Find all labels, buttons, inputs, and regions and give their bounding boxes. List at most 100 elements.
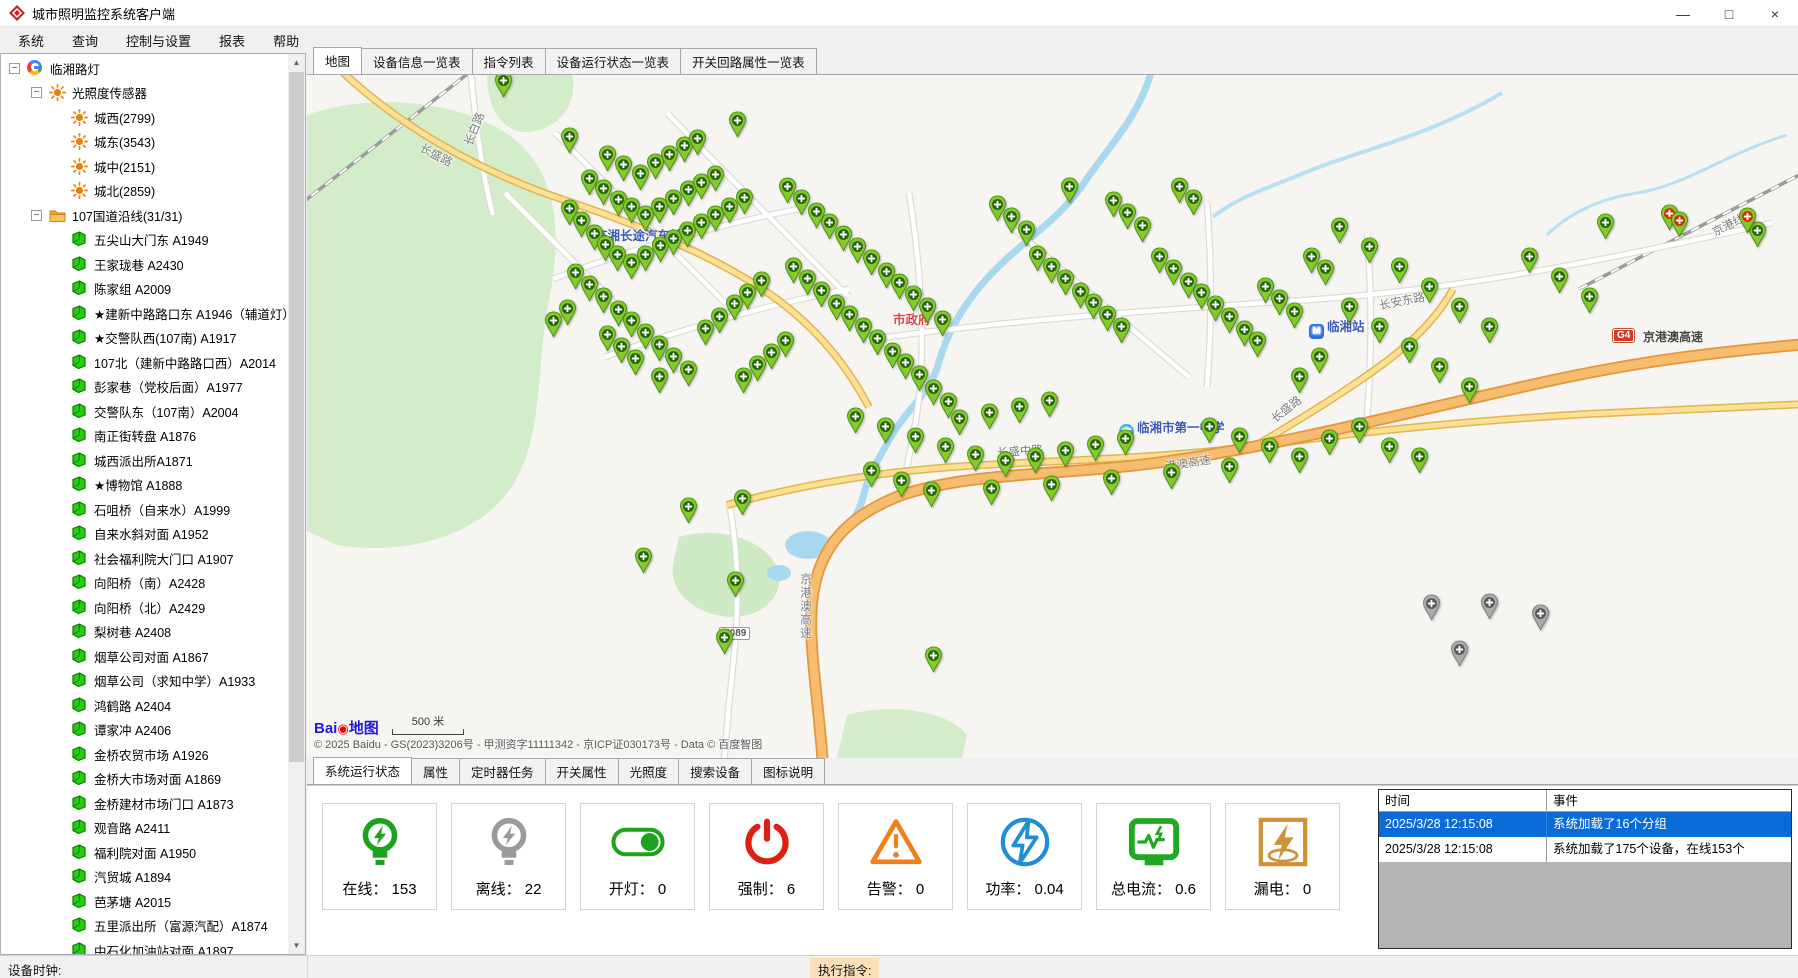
scroll-up-arrow-icon[interactable]: ▲ bbox=[288, 54, 305, 71]
device-marker-online[interactable] bbox=[950, 409, 969, 436]
menu-item-控制与设置[interactable]: 控制与设置 bbox=[112, 27, 205, 54]
device-marker-online[interactable] bbox=[1596, 213, 1615, 240]
device-marker-offline[interactable] bbox=[1422, 594, 1441, 621]
tree-root[interactable]: −临湘路灯 bbox=[1, 56, 289, 81]
device-marker-online[interactable] bbox=[1550, 267, 1569, 294]
device-marker-online[interactable] bbox=[1260, 437, 1279, 464]
tab-开关回路属性一览表[interactable]: 开关回路属性一览表 bbox=[680, 48, 817, 74]
device-marker-online[interactable] bbox=[1290, 367, 1309, 394]
device-marker-online[interactable] bbox=[1380, 437, 1399, 464]
device-marker-online[interactable] bbox=[936, 437, 955, 464]
scroll-thumb[interactable] bbox=[289, 72, 304, 762]
menu-item-帮助[interactable]: 帮助 bbox=[259, 27, 313, 54]
device-marker-online[interactable] bbox=[1370, 317, 1389, 344]
device-marker-online[interactable] bbox=[1310, 347, 1329, 374]
tree-item[interactable]: 城中(2151) bbox=[1, 154, 289, 179]
status-card-开灯[interactable]: 开灯： 0 bbox=[580, 803, 695, 910]
tree-item[interactable]: 福利院对面 A1950 bbox=[1, 840, 289, 865]
device-marker-online[interactable] bbox=[634, 547, 653, 574]
device-marker-online[interactable] bbox=[1102, 469, 1121, 496]
device-marker-online[interactable] bbox=[1410, 447, 1429, 474]
tree-item[interactable]: 城东(3543) bbox=[1, 130, 289, 155]
device-marker-online[interactable] bbox=[1060, 177, 1079, 204]
device-marker-online[interactable] bbox=[1112, 317, 1131, 344]
tree-expander-icon[interactable]: − bbox=[9, 63, 20, 74]
device-marker-online[interactable] bbox=[1430, 357, 1449, 384]
device-marker-online[interactable] bbox=[1360, 237, 1379, 264]
scroll-down-arrow-icon[interactable]: ▼ bbox=[288, 937, 305, 954]
device-marker-online[interactable] bbox=[752, 271, 771, 298]
status-card-在线[interactable]: 在线： 153 bbox=[322, 803, 437, 910]
event-row[interactable]: 2025/3/28 12:15:08系统加载了16个分组 bbox=[1379, 812, 1791, 837]
device-marker-online[interactable] bbox=[650, 367, 669, 394]
map-view[interactable]: 长白路长盛路临湘长途汽车站市政府M临湘站长安东路文临湘市第一中学长盛路长盛中路港… bbox=[307, 75, 1798, 758]
tab-定时器任务[interactable]: 定时器任务 bbox=[459, 758, 546, 784]
tree-item[interactable]: 交警队东（107南）A2004 bbox=[1, 399, 289, 424]
device-marker-online[interactable] bbox=[1133, 216, 1152, 243]
tree-item[interactable]: 汽贸城 A1894 bbox=[1, 865, 289, 890]
tree-item[interactable]: 南正街转盘 A1876 bbox=[1, 424, 289, 449]
maximize-button[interactable]: □ bbox=[1706, 0, 1752, 27]
device-marker-online[interactable] bbox=[1017, 220, 1036, 247]
device-marker-online[interactable] bbox=[862, 461, 881, 488]
device-marker-online[interactable] bbox=[1460, 377, 1479, 404]
tree-item[interactable]: ★建新中路路口东 A1946（辅道灯） bbox=[1, 301, 289, 326]
tab-指令列表[interactable]: 指令列表 bbox=[472, 48, 546, 74]
event-table[interactable]: 时间事件2025/3/28 12:15:08系统加载了16个分组2025/3/2… bbox=[1378, 789, 1792, 949]
device-marker-online[interactable] bbox=[1320, 429, 1339, 456]
tree-item[interactable]: ★博物馆 A1888 bbox=[1, 473, 289, 498]
tree-item[interactable]: 五里派出所（富源汽配）A1874 bbox=[1, 914, 289, 939]
device-marker-online[interactable] bbox=[892, 471, 911, 498]
device-marker-online[interactable] bbox=[1285, 302, 1304, 329]
minimize-button[interactable]: — bbox=[1660, 0, 1706, 27]
device-marker-online[interactable] bbox=[1026, 447, 1045, 474]
device-marker-offline[interactable] bbox=[1450, 640, 1469, 667]
status-card-功率[interactable]: 功率： 0.04 bbox=[967, 803, 1082, 910]
device-marker-online[interactable] bbox=[933, 310, 952, 337]
device-marker-online[interactable] bbox=[980, 403, 999, 430]
tab-设备运行状态一览表[interactable]: 设备运行状态一览表 bbox=[545, 48, 682, 74]
device-marker-online[interactable] bbox=[1116, 429, 1135, 456]
device-marker-online[interactable] bbox=[735, 188, 754, 215]
device-marker-online[interactable] bbox=[1420, 277, 1439, 304]
device-marker-online[interactable] bbox=[1042, 475, 1061, 502]
tree-item[interactable]: 城北(2859) bbox=[1, 179, 289, 204]
tree-item[interactable]: 金桥农贸市场 A1926 bbox=[1, 742, 289, 767]
tree-item[interactable]: 金桥大市场对面 A1869 bbox=[1, 767, 289, 792]
device-marker-online[interactable] bbox=[1400, 337, 1419, 364]
tree-item[interactable]: 烟草公司对面 A1867 bbox=[1, 644, 289, 669]
device-marker-online[interactable] bbox=[1520, 247, 1539, 274]
device-marker-online[interactable] bbox=[734, 367, 753, 394]
device-marker-online[interactable] bbox=[1230, 427, 1249, 454]
tab-设备信息一览表[interactable]: 设备信息一览表 bbox=[361, 48, 473, 74]
tree-item[interactable]: 城西派出所A1871 bbox=[1, 448, 289, 473]
device-marker-online[interactable] bbox=[560, 127, 579, 154]
device-marker-online[interactable] bbox=[1086, 435, 1105, 462]
device-marker-online[interactable] bbox=[1248, 331, 1267, 358]
device-marker-online[interactable] bbox=[922, 481, 941, 508]
device-marker-online[interactable] bbox=[1162, 463, 1181, 490]
tab-地图[interactable]: 地图 bbox=[313, 47, 362, 74]
device-marker-online[interactable] bbox=[1184, 189, 1203, 216]
device-marker-online[interactable] bbox=[876, 417, 895, 444]
device-marker-online[interactable] bbox=[1200, 417, 1219, 444]
device-marker-online[interactable] bbox=[715, 628, 734, 655]
device-marker-online[interactable] bbox=[1290, 447, 1309, 474]
tree-scrollbar[interactable]: ▲ ▼ bbox=[288, 54, 305, 954]
tree-item[interactable]: 社会福利院大门口 A1907 bbox=[1, 546, 289, 571]
device-marker-online[interactable] bbox=[1220, 457, 1239, 484]
device-marker-online[interactable] bbox=[679, 360, 698, 387]
device-marker-online[interactable] bbox=[544, 311, 563, 338]
device-marker-online[interactable] bbox=[688, 129, 707, 156]
tree-item[interactable]: 五尖山大门东 A1949 bbox=[1, 228, 289, 253]
device-marker-offline[interactable] bbox=[1480, 593, 1499, 620]
tree-item[interactable]: 陈家组 A2009 bbox=[1, 277, 289, 302]
tab-光照度[interactable]: 光照度 bbox=[618, 758, 680, 784]
device-marker-online[interactable] bbox=[733, 489, 752, 516]
status-card-离线[interactable]: 离线： 22 bbox=[451, 803, 566, 910]
tab-系统运行状态[interactable]: 系统运行状态 bbox=[313, 757, 412, 784]
tree-item[interactable]: 向阳桥（南）A2428 bbox=[1, 571, 289, 596]
device-marker-online[interactable] bbox=[1480, 317, 1499, 344]
tree-item[interactable]: 石咀桥（自来水）A1999 bbox=[1, 497, 289, 522]
status-card-告警[interactable]: 告警： 0 bbox=[838, 803, 953, 910]
